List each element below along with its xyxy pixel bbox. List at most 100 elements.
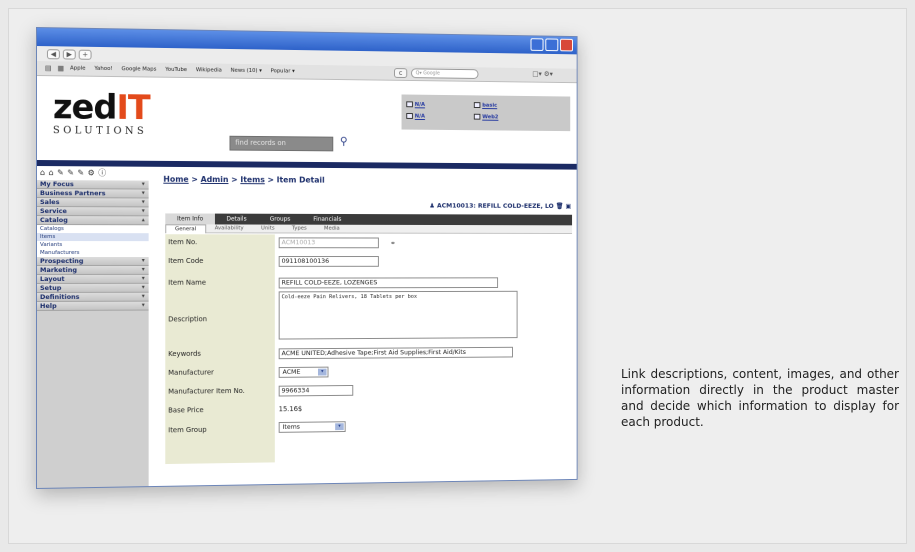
user-link-3[interactable]: basic (473, 102, 497, 109)
tab-financials[interactable]: Financials (302, 214, 353, 225)
book-icon[interactable]: ▤ (45, 64, 52, 72)
sidebar-sub-variants[interactable]: Variants (36, 241, 149, 250)
base-price-label: Base Price (168, 406, 204, 415)
chevron-down-icon: ▾ (141, 265, 145, 273)
manufacturer-label: Manufacturer (168, 368, 214, 377)
breadcrumb: Home > Admin > Items > Item Detail (163, 174, 325, 185)
main-content: Home > Admin > Items > Item Detail ♟ ACM… (156, 166, 578, 489)
chevron-down-icon: ▾ (141, 257, 145, 264)
item-name-label: Item Name (168, 278, 207, 287)
bookmark-popular[interactable]: Popular ▾ (271, 68, 295, 74)
bookmark-yahoo[interactable]: Yahoo! (94, 66, 112, 72)
close-button[interactable] (560, 38, 573, 52)
item-no-label: Item No. (168, 238, 198, 247)
subtab-general[interactable]: General (165, 223, 206, 233)
search-icon[interactable]: ⚲ (340, 135, 348, 148)
chevron-down-icon: ▾ (141, 292, 145, 300)
user-link-4[interactable]: Web2 (473, 113, 498, 120)
manufacturer-item-no-field[interactable]: 9966334 (278, 384, 354, 397)
app-header: zedIT SOLUTIONS find records on ⚲ N/A N/… (36, 76, 577, 170)
base-price-value: 15.16$ (278, 405, 303, 414)
item-code-label: Item Code (168, 257, 204, 265)
subtab-types[interactable]: Types (283, 226, 315, 232)
feature-caption: Link descriptions, content, images, and … (621, 367, 899, 429)
window-reflection (62, 496, 422, 544)
sidebar-item-help[interactable]: Help ▾ (36, 301, 149, 311)
person-icon (406, 113, 413, 119)
tab-groups[interactable]: Groups (258, 214, 302, 225)
subtab-bar: General Availability Units Types Media (165, 223, 573, 234)
chevron-down-icon: ▾ (141, 283, 145, 291)
bookmark-youtube[interactable]: YouTube (165, 67, 187, 73)
tab-details[interactable]: Details (215, 214, 258, 225)
bookmark-apple[interactable]: Apple (70, 65, 86, 71)
subtab-media[interactable]: Media (315, 226, 348, 232)
item-no-field: ACM10013 (278, 237, 379, 249)
item-detail-form: Item No. ACM10013 ⚭ Item Code 0911081001… (165, 234, 572, 489)
chevron-down-icon: ▾ (141, 180, 145, 188)
save-icon[interactable]: ▣ (565, 202, 571, 210)
item-code-field[interactable]: 091108100136 (278, 256, 379, 267)
chevron-up-icon: ▴ (141, 216, 145, 224)
sidebar-item-service[interactable]: Service ▾ (36, 207, 149, 217)
sidebar-toolbar-icons[interactable]: ⌂ ⌂ ✎ ✎ ✎ ⚙ ⓘ (36, 166, 149, 181)
bookmark-wikipedia[interactable]: Wikipedia (196, 67, 222, 73)
user-link-2[interactable]: N/A (406, 113, 425, 120)
sidebar-sub-manufacturers[interactable]: Manufacturers (36, 249, 149, 258)
zedit-logo: zedIT SOLUTIONS (52, 87, 150, 137)
new-tab-plus-icon[interactable]: + (78, 49, 92, 60)
manufacturer-item-no-label: Manufacturer Item No. (168, 387, 245, 396)
chevron-down-icon: ▾ (141, 274, 145, 282)
sidebar-item-prospecting[interactable]: Prospecting ▾ (36, 257, 149, 266)
sidebar-item-catalog[interactable]: Catalog ▴ (36, 216, 149, 226)
bookmark-google-maps[interactable]: Google Maps (121, 66, 156, 72)
sidebar-item-layout[interactable]: Layout ▾ (36, 274, 149, 284)
description-textarea[interactable]: Cold-eeze Pain Relivers, 18 Tablets per … (278, 290, 518, 340)
page-gear-icon[interactable]: □▾ ⚙▾ (532, 70, 552, 78)
chevron-down-icon: ▾ (141, 301, 145, 309)
find-records-input[interactable]: find records on (229, 135, 334, 152)
subtab-units[interactable]: Units (252, 226, 283, 232)
item-group-select[interactable]: Items ▾ (278, 421, 346, 433)
record-title: ♟ ACM10013: REFILL COLD-EEZE, LO 🗑 ▣ (429, 201, 572, 210)
keywords-field[interactable]: ACME UNITED;Adhesive Tape;First Aid Supp… (278, 346, 513, 360)
user-info-box: N/A N/A basic Web2 (401, 94, 571, 132)
monitor-icon (406, 101, 413, 108)
dropdown-arrow-icon: ▾ (335, 423, 344, 431)
back-arrow-icon[interactable]: ◀ (46, 48, 60, 59)
dropdown-arrow-icon: ▾ (317, 368, 327, 376)
document-icon (473, 113, 481, 120)
maximize-button[interactable] (545, 38, 559, 52)
browser-search-input[interactable]: Q▾ Google (410, 68, 479, 79)
item-group-label: Item Group (168, 425, 207, 435)
item-name-field[interactable]: REFILL COLD-EEZE, LOZENGES (278, 277, 499, 289)
sidebar: ⌂ ⌂ ✎ ✎ ✎ ⚙ ⓘ My Focus ▾ Business Partner… (36, 166, 149, 489)
breadcrumb-items[interactable]: Items (240, 175, 264, 184)
tab-item-info[interactable]: Item Info (165, 213, 215, 225)
breadcrumb-admin[interactable]: Admin (201, 175, 229, 184)
forward-arrow-icon[interactable]: ▶ (62, 48, 76, 60)
keywords-label: Keywords (168, 349, 201, 359)
sidebar-item-business-partners[interactable]: Business Partners ▾ (36, 189, 149, 199)
subtab-availability[interactable]: Availability (206, 225, 252, 231)
minimize-button[interactable] (530, 38, 544, 51)
chevron-down-icon: ▾ (141, 207, 145, 215)
grid-icon[interactable]: ▦ (58, 64, 65, 72)
bookmark-news[interactable]: News (10) ▾ (231, 68, 262, 74)
sidebar-sub-catalogs[interactable]: Catalogs (36, 225, 149, 234)
breadcrumb-current: Item Detail (276, 175, 325, 185)
sidebar-item-setup[interactable]: Setup ▾ (36, 283, 149, 293)
manufacturer-select[interactable]: ACME ▾ (278, 366, 329, 378)
sidebar-item-sales[interactable]: Sales ▾ (36, 198, 149, 208)
description-label: Description (168, 315, 208, 324)
breadcrumb-home[interactable]: Home (163, 175, 188, 184)
trash-icon[interactable]: 🗑 (556, 202, 564, 210)
chevron-down-icon: ▾ (141, 189, 145, 197)
sidebar-item-definitions[interactable]: Definitions ▾ (36, 292, 149, 302)
reload-icon[interactable]: c (394, 68, 408, 79)
user-link-1[interactable]: N/A (406, 101, 425, 108)
link-icon[interactable]: ⚭ (390, 239, 396, 247)
sidebar-item-marketing[interactable]: Marketing ▾ (36, 265, 149, 275)
sidebar-sub-items[interactable]: Items (36, 233, 149, 242)
chevron-down-icon: ▾ (141, 198, 145, 206)
